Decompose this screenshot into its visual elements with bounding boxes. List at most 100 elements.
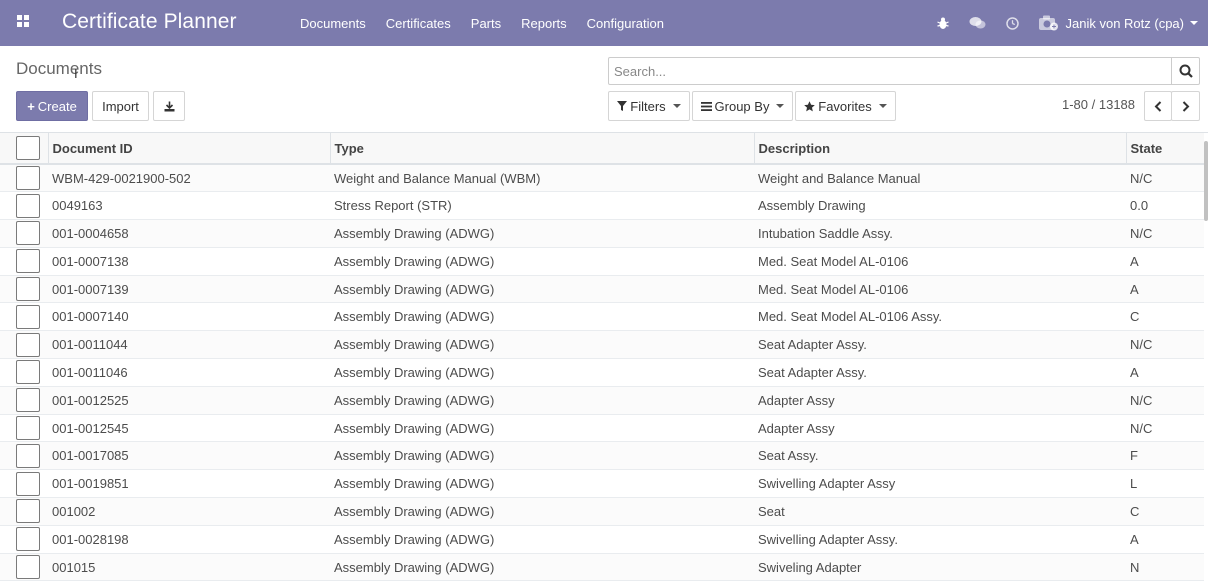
cell-description: Adapter Assy bbox=[754, 414, 1126, 443]
menu-item-certificates[interactable]: Certificates bbox=[376, 16, 461, 31]
row-select-cell bbox=[0, 247, 48, 276]
row-checkbox[interactable] bbox=[16, 471, 40, 496]
favorites-button[interactable]: Favorites bbox=[795, 91, 896, 121]
cell-description: Swivelling Adapter Assy bbox=[754, 469, 1126, 499]
apps-menu-icon[interactable] bbox=[17, 15, 29, 27]
create-button[interactable]: + Create bbox=[16, 91, 88, 121]
search-input[interactable] bbox=[609, 58, 1171, 84]
cell-state: A bbox=[1126, 247, 1204, 276]
menu-item-parts[interactable]: Parts bbox=[461, 16, 511, 31]
export-button[interactable] bbox=[153, 91, 185, 121]
row-select-cell bbox=[0, 386, 48, 415]
cell-description: Seat bbox=[754, 497, 1126, 526]
row-checkbox[interactable] bbox=[16, 555, 40, 580]
row-select-cell bbox=[0, 330, 48, 360]
table-row[interactable]: 001-0011044 Assembly Drawing (ADWG) Seat A… bbox=[0, 330, 1204, 360]
cell-type: Assembly Drawing (ADWG) bbox=[330, 553, 754, 582]
menu-item-documents[interactable]: Documents bbox=[290, 16, 376, 31]
chat-icon[interactable] bbox=[969, 16, 986, 30]
download-icon bbox=[164, 101, 175, 112]
row-checkbox[interactable] bbox=[16, 166, 40, 191]
clock-icon[interactable] bbox=[1005, 16, 1019, 30]
row-checkbox[interactable] bbox=[16, 332, 40, 357]
table-row[interactable]: 001-0012525 Assembly Drawing (ADWG) Adapte… bbox=[0, 386, 1204, 415]
row-select-cell bbox=[0, 553, 48, 582]
table-row[interactable]: 001-0019851 Assembly Drawing (ADWG) Swivel… bbox=[0, 469, 1204, 499]
menu-item-reports[interactable]: Reports bbox=[511, 16, 577, 31]
caret-down-icon bbox=[672, 104, 681, 108]
table-row[interactable]: 001-0028198 Assembly Drawing (ADWG) Swivel… bbox=[0, 525, 1204, 554]
column-header-document-id[interactable]: Document ID bbox=[48, 133, 331, 165]
table-row[interactable]: 0049163 Stress Report (STR) Assembly Drawi… bbox=[0, 191, 1204, 221]
select-all-checkbox[interactable] bbox=[16, 136, 40, 160]
column-header-description[interactable]: Description bbox=[754, 133, 1127, 165]
bug-icon[interactable] bbox=[936, 17, 949, 30]
cell-type: Assembly Drawing (ADWG) bbox=[330, 414, 754, 443]
cell-state: N/C bbox=[1126, 219, 1204, 248]
chevron-down-icon bbox=[1190, 21, 1198, 25]
cell-state: 0.0 bbox=[1126, 191, 1204, 221]
row-checkbox[interactable] bbox=[16, 304, 40, 329]
cell-description: Seat Assy. bbox=[754, 441, 1126, 471]
cell-type: Stress Report (STR) bbox=[330, 191, 754, 221]
cell-state: N/C bbox=[1126, 414, 1204, 443]
search-icon[interactable] bbox=[1171, 58, 1199, 84]
cell-document-id: 001015 bbox=[48, 553, 330, 582]
row-select-cell bbox=[0, 191, 48, 221]
user-name: Janik von Rotz (cpa) bbox=[1065, 15, 1185, 31]
row-select-cell bbox=[0, 441, 48, 471]
column-header-state[interactable]: State bbox=[1126, 133, 1204, 165]
pager-next-button[interactable] bbox=[1171, 91, 1200, 121]
table-row[interactable]: 001-0017085 Assembly Drawing (ADWG) Seat A… bbox=[0, 441, 1204, 471]
cell-document-id: 001-0028198 bbox=[48, 525, 330, 554]
row-checkbox[interactable] bbox=[16, 388, 40, 413]
table-row[interactable]: 001-0004658 Assembly Drawing (ADWG) Intuba… bbox=[0, 219, 1204, 248]
cell-state: L bbox=[1126, 469, 1204, 499]
pager-value[interactable]: 1-80 / 13188 bbox=[1062, 97, 1135, 112]
table-row[interactable]: 001-0011046 Assembly Drawing (ADWG) Seat A… bbox=[0, 358, 1204, 387]
cell-state: A bbox=[1126, 525, 1204, 554]
table-row[interactable]: 001-0007138 Assembly Drawing (ADWG) Med. S… bbox=[0, 247, 1204, 276]
pager-previous-button[interactable] bbox=[1144, 91, 1172, 121]
menu-item-configuration[interactable]: Configuration bbox=[577, 16, 674, 31]
cell-document-id: 001-0011046 bbox=[48, 358, 330, 387]
table-row[interactable]: 001-0007139 Assembly Drawing (ADWG) Med. S… bbox=[0, 275, 1204, 304]
navbar-systray: Janik von Rotz (cpa) bbox=[936, 0, 1208, 46]
row-checkbox[interactable] bbox=[16, 277, 40, 302]
cell-description: Swiveling Adapter bbox=[754, 553, 1126, 582]
cell-type: Assembly Drawing (ADWG) bbox=[330, 275, 754, 304]
row-checkbox[interactable] bbox=[16, 527, 40, 552]
row-checkbox[interactable] bbox=[16, 499, 40, 524]
top-navbar: Certificate Planner Documents Certificat… bbox=[0, 0, 1208, 46]
app-brand[interactable]: Certificate Planner bbox=[62, 10, 237, 34]
cell-type: Assembly Drawing (ADWG) bbox=[330, 302, 754, 332]
cell-description: Assembly Drawing bbox=[754, 191, 1126, 221]
chevron-left-icon bbox=[1154, 100, 1162, 112]
row-checkbox[interactable] bbox=[16, 360, 40, 385]
row-checkbox[interactable] bbox=[16, 249, 40, 274]
table-row[interactable]: 001015 Assembly Drawing (ADWG) Swiveling A… bbox=[0, 553, 1204, 582]
row-select-cell bbox=[0, 302, 48, 332]
row-checkbox[interactable] bbox=[16, 416, 40, 441]
table-row[interactable]: 001-0012545 Assembly Drawing (ADWG) Adapte… bbox=[0, 414, 1204, 443]
table-row[interactable]: 001-0007140 Assembly Drawing (ADWG) Med. S… bbox=[0, 302, 1204, 332]
user-menu[interactable]: Janik von Rotz (cpa) bbox=[1038, 15, 1208, 31]
row-select-cell bbox=[0, 358, 48, 387]
scrollbar[interactable] bbox=[1204, 141, 1208, 221]
group-by-button[interactable]: Group By bbox=[692, 91, 793, 121]
cell-type: Assembly Drawing (ADWG) bbox=[330, 525, 754, 554]
import-button[interactable]: Import bbox=[92, 91, 149, 121]
column-header-type[interactable]: Type bbox=[330, 133, 755, 165]
row-checkbox[interactable] bbox=[16, 443, 40, 468]
table-row[interactable]: WBM-429-0021900-502 Weight and Balance Ma… bbox=[0, 164, 1204, 193]
row-checkbox[interactable] bbox=[16, 193, 40, 218]
table-row[interactable]: 001002 Assembly Drawing (ADWG) Seat C bbox=[0, 497, 1204, 526]
row-checkbox[interactable] bbox=[16, 221, 40, 246]
cell-description: Adapter Assy bbox=[754, 386, 1126, 415]
cell-document-id: 001-0007139 bbox=[48, 275, 330, 304]
caret-down-icon bbox=[878, 104, 887, 108]
row-select-cell bbox=[0, 469, 48, 499]
cell-description: Med. Seat Model AL-0106 bbox=[754, 275, 1126, 304]
filters-button[interactable]: Filters bbox=[608, 91, 690, 121]
cell-document-id: WBM-429-0021900-502 bbox=[48, 164, 330, 193]
